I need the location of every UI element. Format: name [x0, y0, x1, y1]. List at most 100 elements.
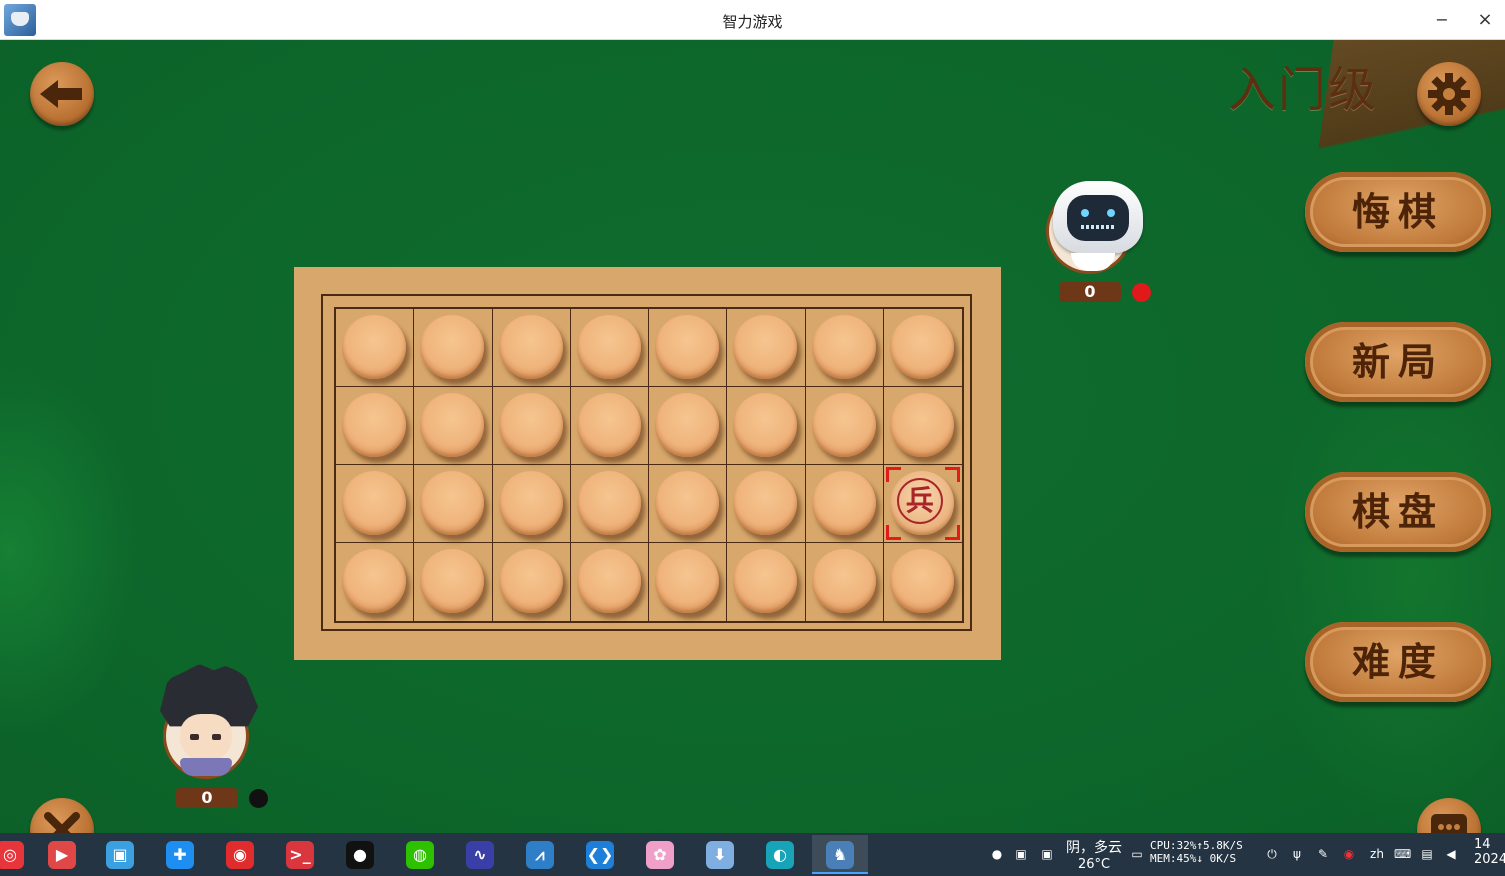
chat-button[interactable]	[1417, 798, 1481, 833]
todesk-taskbar-button[interactable]: ✚	[152, 835, 208, 874]
board-cell[interactable]	[805, 465, 884, 543]
hidden-piece[interactable]	[733, 549, 798, 613]
hidden-piece[interactable]	[420, 393, 485, 457]
hidden-piece[interactable]	[811, 549, 876, 613]
file-manager-taskbar-button[interactable]: ▣	[92, 835, 148, 874]
vscode-taskbar-button[interactable]: ❮❯	[572, 835, 628, 874]
board-cell[interactable]	[336, 465, 415, 543]
board-cell[interactable]	[649, 465, 728, 543]
hidden-piece[interactable]	[420, 315, 485, 379]
hidden-piece[interactable]	[576, 393, 641, 457]
board-cell[interactable]	[649, 309, 728, 387]
minimize-button[interactable]: −	[1430, 8, 1454, 32]
board-cell[interactable]	[806, 543, 884, 621]
hidden-piece[interactable]	[498, 471, 563, 535]
back-button[interactable]	[30, 62, 94, 126]
hidden-piece[interactable]	[733, 471, 798, 535]
board-cell[interactable]	[492, 465, 571, 543]
qq-tray-icon[interactable]: ●	[990, 847, 1004, 861]
board-cell[interactable]	[414, 465, 493, 543]
netease-tray-icon[interactable]: ◉	[1342, 847, 1356, 861]
hidden-piece[interactable]	[576, 315, 641, 379]
usb-icon[interactable]: ψ	[1290, 847, 1304, 861]
hidden-piece[interactable]	[342, 315, 406, 379]
close-window-button[interactable]: ×	[1473, 8, 1497, 32]
board-cell[interactable]	[336, 543, 415, 621]
board-cell[interactable]	[805, 387, 884, 465]
board-cell[interactable]	[727, 543, 806, 621]
clock[interactable]: 14 2024	[1474, 833, 1505, 876]
hidden-piece[interactable]	[420, 471, 485, 535]
revealed-piece[interactable]: 兵	[889, 471, 954, 535]
hidden-piece[interactable]	[576, 549, 641, 613]
undo-button[interactable]: 悔棋	[1305, 172, 1491, 252]
board-cell[interactable]	[414, 543, 493, 621]
app-store-taskbar-button[interactable]: ⬇	[692, 835, 748, 874]
hidden-piece[interactable]	[733, 393, 798, 457]
edge-browser-taskbar-button[interactable]: ◐	[752, 835, 808, 874]
todesk-tray-icon[interactable]: ▣	[1014, 847, 1028, 861]
hidden-piece[interactable]	[655, 315, 719, 379]
terminal-taskbar-button[interactable]: >_	[272, 835, 328, 874]
image-viewer-taskbar-button[interactable]: ✿	[632, 835, 688, 874]
board-cell[interactable]	[492, 309, 571, 387]
pen-icon[interactable]: ✎	[1316, 847, 1330, 861]
exit-button[interactable]	[30, 798, 94, 833]
hidden-piece[interactable]	[342, 393, 406, 457]
hidden-piece[interactable]	[420, 549, 485, 613]
board-button[interactable]: 棋盘	[1305, 472, 1491, 552]
hidden-piece[interactable]	[655, 393, 719, 457]
board-cell[interactable]: 兵	[883, 465, 962, 543]
board-cell[interactable]	[492, 387, 571, 465]
board-cell[interactable]	[414, 309, 493, 387]
board-cell[interactable]	[727, 465, 806, 543]
hidden-piece[interactable]	[889, 393, 954, 457]
keyboard-icon[interactable]: ⌨	[1394, 847, 1411, 861]
remote-tray-icon[interactable]: ▣	[1040, 847, 1054, 861]
hidden-piece[interactable]	[811, 393, 876, 457]
board-cell[interactable]	[649, 387, 728, 465]
netease-music-taskbar-button[interactable]: ◎	[0, 835, 38, 874]
hidden-piece[interactable]	[498, 393, 563, 457]
hidden-piece[interactable]	[342, 549, 406, 613]
board-cell[interactable]	[570, 309, 649, 387]
hidden-piece[interactable]	[498, 549, 563, 613]
board-cell[interactable]	[570, 387, 649, 465]
puzzle-game-taskbar-button[interactable]: ♞	[812, 835, 868, 874]
board-cell[interactable]	[336, 309, 415, 387]
clipboard-icon[interactable]: ▤	[1420, 847, 1434, 861]
board-cell[interactable]	[414, 387, 493, 465]
difficulty-button[interactable]: 难度	[1305, 622, 1491, 702]
monitor-icon[interactable]: ▭	[1130, 847, 1144, 861]
board-cell[interactable]	[883, 387, 962, 465]
board-cell[interactable]	[493, 543, 571, 621]
netease-cloud-music-taskbar-button[interactable]: ◉	[212, 835, 268, 874]
volume-icon[interactable]: ◀	[1444, 847, 1458, 861]
monitor-chart-taskbar-button[interactable]: ⩘	[512, 835, 568, 874]
wechat-taskbar-button[interactable]: ◍	[392, 835, 448, 874]
new-game-button[interactable]: 新局	[1305, 322, 1491, 402]
system-monitor-taskbar-button[interactable]: ∿	[452, 835, 508, 874]
hidden-piece[interactable]	[498, 315, 563, 379]
input-language[interactable]: zh	[1368, 847, 1386, 861]
weather-widget[interactable]: 阴，多云 26°C	[1064, 833, 1124, 876]
hidden-piece[interactable]	[889, 549, 954, 613]
board-cell[interactable]	[571, 543, 649, 621]
hidden-piece[interactable]	[576, 471, 641, 535]
hidden-piece[interactable]	[655, 549, 719, 613]
qq-taskbar-button[interactable]: ●	[332, 835, 388, 874]
board-cell[interactable]	[570, 465, 649, 543]
hidden-piece[interactable]	[655, 471, 719, 535]
board-cell[interactable]	[883, 309, 962, 387]
hidden-piece[interactable]	[889, 315, 954, 379]
settings-button[interactable]	[1417, 62, 1481, 126]
board-cell[interactable]	[884, 543, 962, 621]
board-cell[interactable]	[727, 309, 806, 387]
hidden-piece[interactable]	[733, 315, 798, 379]
power-icon[interactable]: ⏻	[1265, 847, 1279, 861]
board-cell[interactable]	[336, 387, 415, 465]
hidden-piece[interactable]	[811, 315, 876, 379]
hidden-piece[interactable]	[811, 471, 876, 535]
board-cell[interactable]	[805, 309, 884, 387]
hidden-piece[interactable]	[342, 471, 406, 535]
